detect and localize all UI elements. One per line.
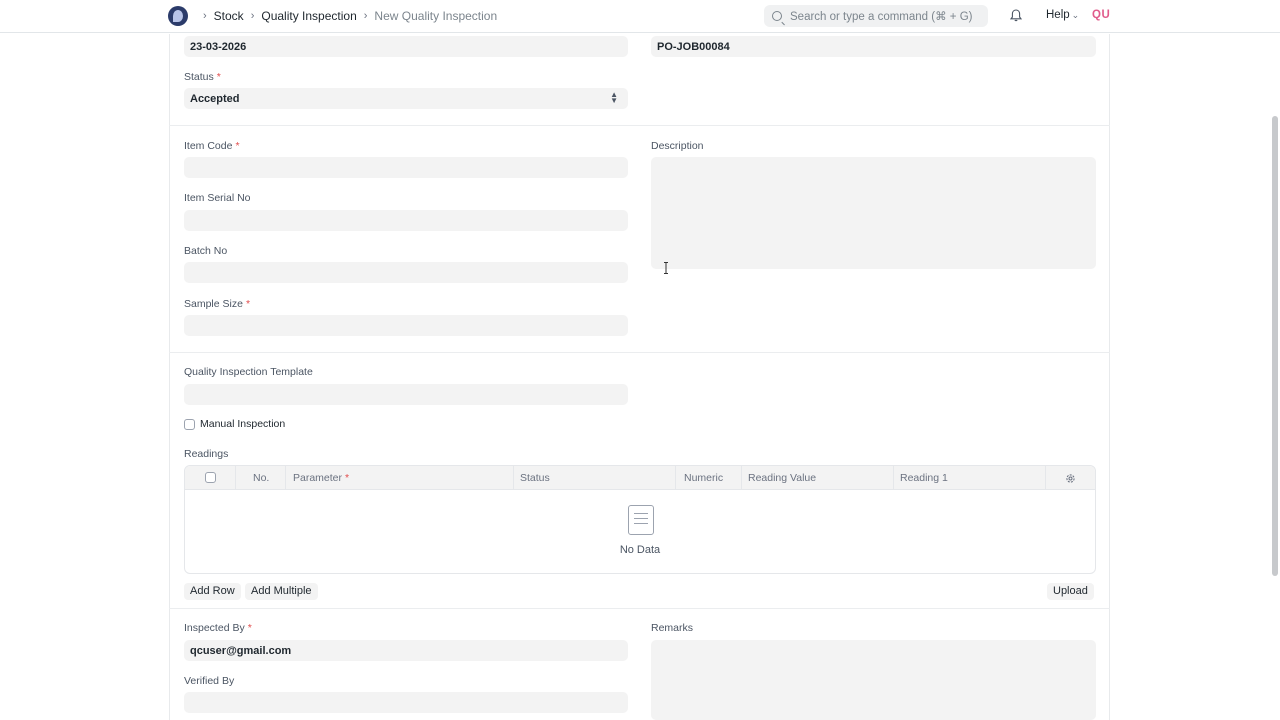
status-label-text: Status: [184, 71, 214, 83]
status-label: Status *: [184, 71, 221, 83]
column-parameter: Parameter *: [293, 472, 349, 484]
required-marker: *: [247, 622, 252, 634]
status-value: Accepted: [190, 93, 240, 105]
column-no: No.: [253, 472, 270, 484]
column-divider: [513, 466, 514, 490]
readings-label: Readings: [184, 448, 229, 460]
template-field[interactable]: [184, 384, 628, 405]
no-data-text: No Data: [619, 544, 661, 556]
help-label: Help: [1046, 9, 1070, 21]
no-data-icon: [628, 505, 654, 535]
report-date-field[interactable]: 23-03-2026: [184, 36, 628, 57]
help-menu[interactable]: Help ⌄: [1046, 9, 1079, 21]
add-multiple-button[interactable]: Add Multiple: [245, 583, 318, 600]
sample-size-field[interactable]: [184, 315, 628, 336]
verified-by-field[interactable]: [184, 692, 628, 713]
batch-no-field[interactable]: [184, 262, 628, 283]
chevron-down-icon: ⌄: [1071, 10, 1080, 20]
item-serial-field[interactable]: [184, 210, 628, 231]
item-serial-label: Item Serial No: [184, 192, 251, 204]
inspected-by-label: Inspected By *: [184, 622, 252, 634]
inspected-by-label-text: Inspected By: [184, 622, 245, 634]
readings-table-header: No. Parameter * Status Numeric Reading Va…: [185, 466, 1095, 490]
page-scrollbar[interactable]: [1272, 116, 1278, 576]
bell-icon[interactable]: [1010, 9, 1022, 22]
column-divider: [675, 466, 676, 490]
sample-size-label-text: Sample Size: [184, 298, 243, 310]
template-label: Quality Inspection Template: [184, 366, 313, 378]
chevron-right-icon: ›: [363, 10, 368, 22]
add-row-button[interactable]: Add Row: [184, 583, 241, 600]
required-marker: *: [216, 71, 221, 83]
select-arrows-icon: ▲ ▼: [610, 90, 618, 105]
required-marker: *: [245, 298, 251, 310]
item-code-label-text: Item Code: [184, 140, 233, 152]
item-code-field[interactable]: [184, 157, 628, 178]
column-divider: [893, 466, 894, 490]
breadcrumb: › Stock › Quality Inspection › New Quali…: [196, 9, 497, 23]
required-marker: *: [345, 472, 350, 484]
section-divider: [169, 125, 1110, 126]
status-select[interactable]: Accepted ▲ ▼: [184, 88, 628, 109]
chevron-right-icon: ›: [203, 10, 207, 22]
batch-no-label: Batch No: [184, 245, 228, 257]
manual-inspection-checkbox[interactable]: [184, 419, 195, 430]
chevron-right-icon: ›: [250, 10, 255, 22]
description-field[interactable]: [651, 157, 1096, 269]
column-divider: [235, 466, 236, 490]
column-divider: [285, 466, 286, 490]
upload-button[interactable]: Upload: [1047, 583, 1094, 600]
column-status: Status: [520, 472, 550, 484]
verified-by-label: Verified By: [184, 675, 235, 687]
search-placeholder: Search or type a command (⌘ + G): [790, 11, 973, 23]
column-numeric: Numeric: [684, 472, 724, 484]
manual-inspection-label: Manual Inspection: [200, 418, 286, 430]
breadcrumb-stock[interactable]: Stock: [214, 9, 244, 23]
remarks-field[interactable]: [651, 640, 1096, 720]
item-code-label: Item Code *: [184, 140, 240, 152]
sample-size-label: Sample Size *: [184, 298, 250, 310]
gear-icon[interactable]: [1065, 473, 1076, 484]
remarks-label: Remarks: [651, 622, 694, 634]
select-all-checkbox[interactable]: [205, 472, 216, 483]
column-divider: [1045, 466, 1046, 490]
section-divider: [169, 608, 1110, 609]
readings-table: No. Parameter * Status Numeric Reading Va…: [184, 465, 1096, 574]
column-parameter-text: Parameter: [293, 472, 343, 484]
column-divider: [741, 466, 742, 490]
column-reading-1: Reading 1: [900, 472, 948, 484]
navbar: › Stock › Quality Inspection › New Quali…: [0, 0, 1280, 33]
inspected-by-field[interactable]: qcuser@gmail.com: [184, 640, 628, 661]
reference-name-field[interactable]: PO-JOB00084: [651, 36, 1096, 57]
description-label: Description: [651, 140, 704, 152]
section-divider: [169, 352, 1110, 353]
search-icon: [772, 11, 782, 21]
avatar[interactable]: QU: [1092, 9, 1110, 21]
breadcrumb-quality-inspection[interactable]: Quality Inspection: [261, 9, 356, 23]
search-input[interactable]: Search or type a command (⌘ + G): [764, 5, 988, 27]
column-reading-value: Reading Value: [748, 472, 817, 484]
text-cursor-icon: [664, 262, 668, 274]
app-logo-icon[interactable]: [168, 6, 188, 26]
required-marker: *: [235, 140, 240, 152]
breadcrumb-current: New Quality Inspection: [374, 9, 498, 23]
